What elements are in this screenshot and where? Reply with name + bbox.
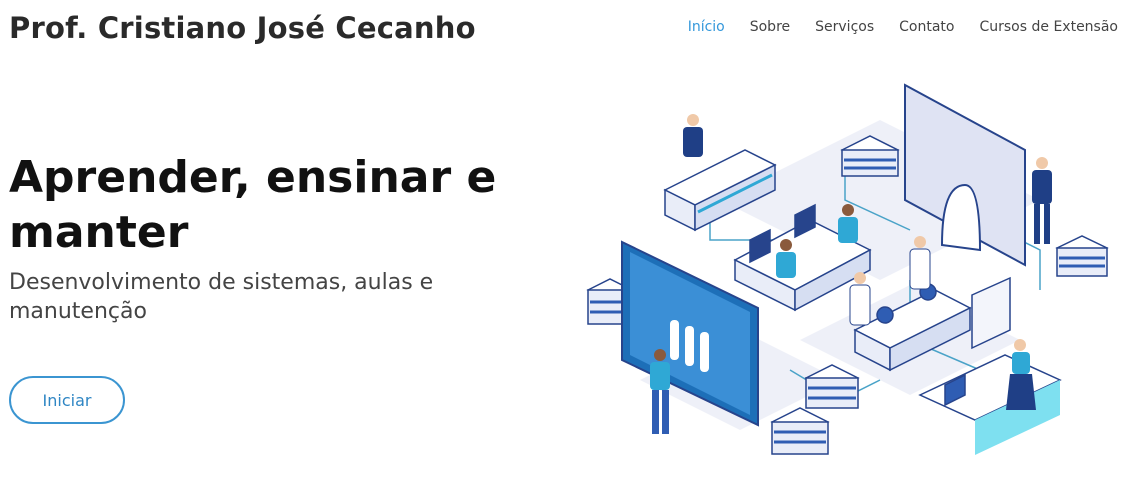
nav-item-cursos-de-extensao[interactable]: Cursos de Extensão (979, 19, 1118, 35)
nav-item-inicio[interactable]: Início (688, 19, 725, 35)
nav-item-sobre[interactable]: Sobre (750, 19, 790, 35)
person-standing-left (683, 114, 703, 157)
woman-presenting (1006, 339, 1036, 410)
hero-subtitle: Desenvolvimento de sistemas, aulas e man… (9, 270, 434, 324)
nav-item-contato[interactable]: Contato (899, 19, 954, 35)
start-button[interactable]: Iniciar (9, 376, 125, 424)
nav-item-servicos[interactable]: Serviços (815, 19, 874, 35)
hero-title: Aprender, ensinar e manter (9, 152, 497, 258)
scientist-left (849, 272, 871, 326)
hero-illustration (586, 83, 1109, 455)
main-nav: Início Sobre Serviços Contato Cursos de … (688, 19, 1118, 35)
person-standing-right (1032, 157, 1052, 244)
site-title[interactable]: Prof. Cristiano José Cecanho (9, 11, 476, 45)
